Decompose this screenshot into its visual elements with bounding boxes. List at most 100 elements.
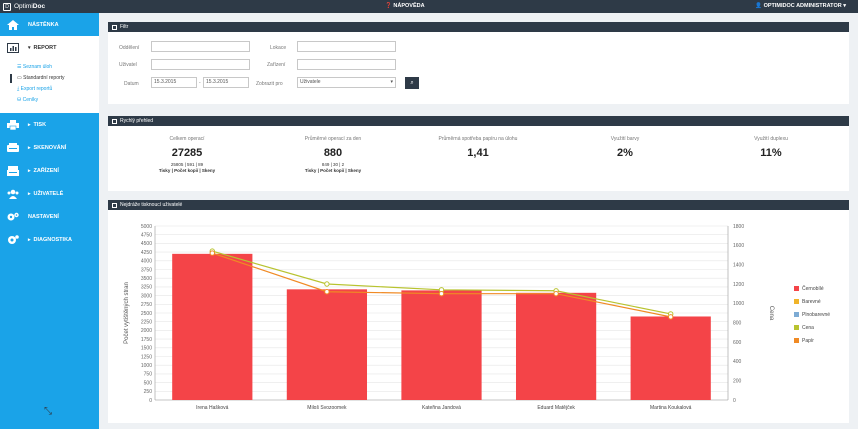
brand-suffix: Doc (32, 3, 46, 10)
y-tick-label: 4500 (141, 241, 152, 247)
department-label: Oddělení (119, 45, 140, 51)
y-tick-label: 250 (144, 389, 153, 395)
user-menu[interactable]: 👤 OPTIMIDOC ADMINISTRATOR ▾ (755, 3, 846, 9)
y2-tick-label: 0 (733, 398, 736, 404)
user-filter-input[interactable] (151, 59, 250, 70)
y2-tick-label: 600 (733, 340, 742, 346)
sidebar-item-devices[interactable]: ▸ ZAŘÍZENÍ (0, 159, 99, 182)
stat-avg-operations: Průměrné operací za den 880 849 | 30 | 2… (263, 136, 403, 173)
top-bar: D Optimi Doc ❓ NÁPOVĚDA 👤 OPTIMIDOC ADMIN… (0, 0, 858, 13)
display-for-value: Uživatele (300, 79, 321, 85)
chevron-right-icon: ▸ (28, 190, 31, 197)
overview-title: Rychlý přehled (120, 118, 154, 124)
home-icon (7, 19, 19, 30)
sidebar-item-report[interactable]: ▾ REPORT (0, 36, 99, 60)
sidebar-item-scanning[interactable]: ▸ SKENOVÁNÍ (0, 136, 99, 159)
series-point (209, 250, 216, 256)
chevron-right-icon: ▸ (28, 236, 31, 243)
chevron-right-icon: ▸ (28, 167, 31, 174)
sidebar-item-label: TISK (33, 121, 47, 128)
date-to-input[interactable]: 15.3.2015 (203, 77, 249, 88)
legend-swatch (794, 286, 799, 291)
y-tick-label: 3000 (141, 293, 152, 299)
logo-letter: D (5, 3, 9, 10)
sidebar-item-settings[interactable]: NASTAVENÍ (0, 205, 99, 228)
stat-value: 2% (617, 147, 633, 159)
y-tick-label: 1250 (141, 354, 152, 360)
series-point (438, 290, 445, 297)
y-tick-label: 2750 (141, 302, 152, 308)
display-for-label: Zobrazit pro (256, 81, 283, 87)
y2-tick-label: 800 (733, 320, 742, 326)
sidebar-item-users[interactable]: ▸ UŽIVATELÉ (0, 182, 99, 205)
y-tick-label: 0 (149, 398, 152, 404)
legend-label: Barevné (802, 299, 821, 305)
series-point (668, 314, 674, 320)
stat-value: 27285 (171, 147, 203, 159)
overview-panel-header: Rychlý přehled (108, 116, 849, 126)
legend-label: Plnobarevné (802, 312, 830, 318)
app-logo-icon: D (3, 2, 11, 11)
display-for-select[interactable]: Uživatele ▾ (297, 77, 396, 88)
series-point (324, 281, 330, 287)
top-users-title: Nejdráže tisknoucí uživatelé (120, 202, 183, 208)
collapse-sidebar-icon[interactable]: ⤡ (44, 406, 52, 417)
filter-panel: Filtr Oddělení Uživatel Datum 15.3.2015 … (108, 22, 849, 104)
date-from-input[interactable]: 15.3.2015 (151, 77, 197, 88)
y-tick-label: 2000 (141, 328, 152, 334)
chevron-down-icon: ▾ (841, 3, 846, 9)
chevron-down-icon: ▾ (390, 79, 393, 85)
chart-panel-icon (112, 202, 117, 208)
sidebar-item-diagnostics[interactable]: ▸ DIAGNOSTIKA (0, 228, 99, 251)
y2-tick-label: 200 (733, 378, 742, 384)
stat-sub: 849 | 30 | 2 (321, 162, 345, 167)
overview-panel: Rychlý přehled Celkem operací 27285 2580… (108, 116, 849, 191)
bar-1 (286, 289, 368, 400)
help-link[interactable]: ❓ NÁPOVĚDA (385, 3, 425, 9)
stat-value: 1,41 (467, 147, 489, 159)
subnav-item-price-lists[interactable]: ⛁ Ceníky (0, 95, 99, 106)
sidebar-item-label: UŽIVATELÉ (33, 190, 64, 197)
subnav-label: Seznam úloh (22, 64, 53, 70)
y-tick-label: 4250 (141, 250, 152, 256)
bar-3 (515, 292, 597, 400)
app-brand[interactable]: D Optimi Doc (0, 0, 99, 13)
y-tick-label: 3500 (141, 276, 152, 282)
user-filter-label: Uživatel (119, 62, 137, 68)
date-separator: - (199, 80, 201, 86)
y-tick-label: 4750 (141, 233, 152, 239)
series-point (553, 290, 559, 297)
location-label: Lokace (270, 45, 287, 51)
stat-total-operations: Celkem operací 27285 25805 | 591 | 89 Ti… (117, 136, 257, 173)
top-users-panel: Nejdráže tisknoucí uživatelé 0 250 500 750 1… (108, 200, 849, 423)
search-button[interactable]: ⌕ (405, 77, 419, 89)
stat-title: Celkem operací (169, 136, 205, 142)
y2-tick-label: 1200 (733, 282, 744, 288)
chevron-down-icon: ▾ (28, 45, 31, 51)
device-input[interactable] (297, 59, 396, 70)
location-input[interactable] (297, 41, 396, 52)
y2-tick-label: 1800 (733, 224, 744, 230)
users-icon (7, 189, 19, 199)
y2-tick-label: 1400 (733, 262, 744, 268)
legend-swatch (794, 325, 799, 330)
y-tick-label: 4000 (141, 259, 152, 265)
department-input[interactable] (151, 41, 250, 52)
filter-panel-header: Filtr (108, 22, 849, 32)
subnav-label: Ceníky (22, 97, 39, 103)
series-point (324, 289, 330, 295)
sidebar-item-label: NASTAVENÍ (28, 213, 59, 220)
filter-title: Filtr (120, 24, 129, 30)
subnav-item-job-list[interactable]: ☰ Seznam úloh (0, 62, 99, 73)
stat-sub-legend: Tisky | Počet kopií | Skeny (158, 168, 216, 173)
subnav-item-standard-reports[interactable]: ▭ Standardní reporty (0, 73, 99, 84)
diagnostics-icon (7, 234, 19, 245)
x-tick-label: Kateřina Jandová (422, 405, 461, 411)
stat-color-usage: Využití barvy 2% (555, 136, 695, 159)
bar-0 (172, 253, 253, 400)
y2-tick-label: 400 (733, 359, 742, 365)
sidebar-item-dashboard[interactable]: NÁSTĚNKA (0, 13, 99, 36)
subnav-item-export-reports[interactable]: ⤓ Export reportů (0, 84, 99, 95)
sidebar-item-print[interactable]: ▸ TISK (0, 113, 99, 136)
user-icon: 👤 (755, 3, 764, 9)
